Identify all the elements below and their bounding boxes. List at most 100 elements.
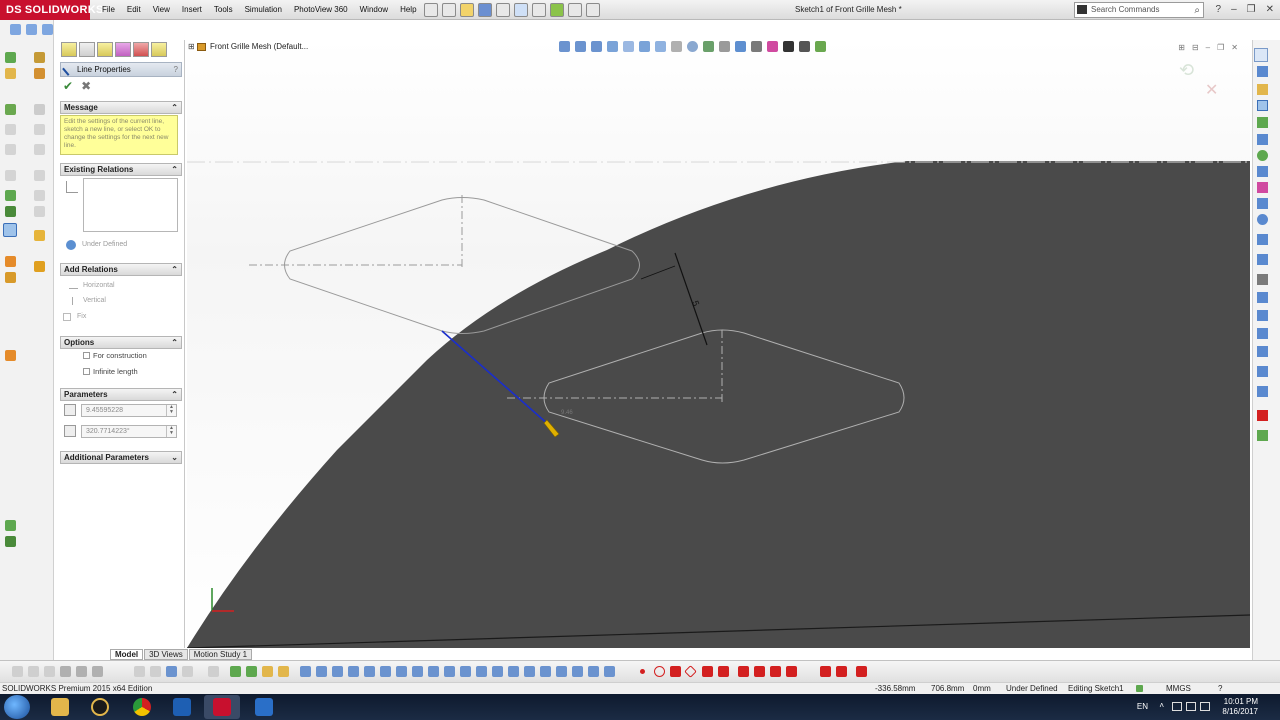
close-icon[interactable]: ✕ — [1266, 0, 1274, 20]
sketch-canvas[interactable]: 5 9.46 — [187, 40, 1250, 648]
filter-tables-icon[interactable] — [604, 666, 615, 677]
repair-sketch-icon[interactable] — [5, 256, 16, 267]
extend-icon[interactable] — [1257, 310, 1268, 321]
zoom-to-fit-icon[interactable] — [559, 41, 570, 52]
pointer-icon[interactable] — [166, 666, 177, 677]
sketch-fillet-icon[interactable] — [34, 206, 45, 217]
magnet-icon[interactable] — [208, 666, 219, 677]
display-icon[interactable] — [1186, 702, 1196, 711]
zoom-to-area-icon[interactable] — [575, 41, 586, 52]
filter-welds-icon[interactable] — [588, 666, 599, 677]
point-tool-icon[interactable] — [34, 190, 45, 201]
ok-button[interactable]: ✔ — [63, 80, 73, 92]
print-icon[interactable] — [496, 3, 510, 17]
tab-model[interactable]: Model — [110, 649, 144, 660]
select-icon[interactable] — [134, 666, 145, 677]
checkbox-icon[interactable] — [83, 368, 90, 375]
search-commands-box[interactable]: Search Commands ⌕ — [1074, 2, 1204, 18]
display-relations-icon[interactable] — [34, 261, 45, 272]
language-indicator[interactable]: EN — [1137, 702, 1148, 711]
collapse-icon[interactable]: ⌃ — [171, 337, 178, 348]
filter-sketch-icon[interactable] — [278, 666, 289, 677]
network-icon[interactable] — [1172, 702, 1182, 711]
checkbox-icon[interactable] — [83, 352, 90, 359]
horizontal-snap-icon[interactable] — [786, 666, 797, 677]
arc-icon[interactable] — [1257, 166, 1268, 177]
perpendicular-snap-icon[interactable] — [754, 666, 765, 677]
text-icon[interactable] — [1257, 274, 1268, 285]
center-snap-icon[interactable] — [654, 666, 665, 677]
taskbar-s-app[interactable] — [164, 695, 200, 719]
property-manager-tab[interactable] — [79, 42, 95, 57]
section-view-icon[interactable] — [607, 41, 618, 52]
grid-icon[interactable] — [76, 666, 87, 677]
quadrant-snap-icon[interactable] — [684, 665, 697, 678]
filter-center-icon[interactable] — [476, 666, 487, 677]
minimize-icon[interactable]: – — [1231, 0, 1237, 20]
intersection-snap-icon[interactable] — [702, 666, 713, 677]
restore-icon[interactable]: ❐ — [1247, 0, 1256, 20]
tab-3d-views[interactable]: 3D Views — [144, 649, 188, 660]
offset-tool-icon[interactable] — [34, 144, 45, 155]
filter-balloons-icon[interactable] — [492, 666, 503, 677]
relation-horizontal[interactable]: Horizontal — [69, 281, 115, 291]
file-properties-icon[interactable] — [568, 3, 582, 17]
realview-icon[interactable] — [735, 41, 746, 52]
taskbar-chrome[interactable] — [124, 695, 160, 719]
move-entities-icon[interactable] — [1257, 386, 1268, 397]
dimxpert-manager-tab[interactable] — [115, 42, 131, 57]
rapid-sketch-icon[interactable] — [5, 350, 16, 361]
search-icon[interactable]: ⌕ — [1194, 4, 1200, 18]
menu-photoview[interactable]: PhotoView 360 — [288, 0, 354, 20]
filter-edges-icon[interactable] — [246, 666, 257, 677]
mirror-icon[interactable] — [1257, 346, 1268, 357]
select-icon[interactable] — [532, 3, 546, 17]
collapse-icon[interactable]: ⌃ — [171, 264, 178, 275]
line-tool-icon[interactable] — [5, 104, 16, 115]
angle-field[interactable]: 320.7714223° ▲ ▼ — [81, 425, 177, 438]
taskbar-solidworks[interactable] — [204, 695, 240, 719]
slot-icon[interactable] — [1257, 134, 1268, 145]
menu-simulation[interactable]: Simulation — [239, 0, 288, 20]
filter-gtol-icon[interactable] — [508, 666, 519, 677]
shadows-icon[interactable] — [751, 41, 762, 52]
3d-sketch-icon[interactable] — [28, 666, 39, 677]
hide-show-icon[interactable] — [671, 41, 682, 52]
measure-icon[interactable] — [92, 666, 103, 677]
filter-vertices-icon[interactable] — [230, 666, 241, 677]
file-explorer-icon[interactable] — [1257, 84, 1268, 95]
polygon-icon[interactable] — [1257, 182, 1268, 193]
help-icon[interactable]: ? — [1216, 0, 1222, 20]
length-field[interactable]: 9.45595228 ▲ ▼ — [81, 404, 177, 417]
rebuild-icon[interactable] — [550, 3, 564, 17]
collapse-icon[interactable]: ⌃ — [171, 102, 178, 113]
rectangle-icon[interactable] — [1257, 117, 1268, 128]
pattern-tool-icon[interactable] — [34, 170, 45, 181]
filter-dimensions-icon[interactable] — [300, 666, 311, 677]
filter-surface-icon[interactable] — [348, 666, 359, 677]
circle-tool-icon[interactable] — [5, 124, 16, 135]
confirmation-corner-exit-icon[interactable]: ✕ — [1205, 80, 1218, 100]
feature-tree-flyout[interactable]: ⊞ Front Grille Mesh (Default... — [188, 41, 308, 53]
repair-sketch-icon[interactable] — [1257, 430, 1268, 441]
grid-snap-icon[interactable] — [836, 666, 847, 677]
filter-planes-icon[interactable] — [428, 666, 439, 677]
configuration-manager-tab[interactable] — [97, 42, 113, 57]
pin-icon[interactable] — [424, 3, 438, 17]
display-relations-icon[interactable] — [1257, 410, 1268, 421]
filter-weld-icon[interactable] — [364, 666, 375, 677]
menu-help[interactable]: Help — [394, 0, 422, 20]
cartoon-icon[interactable] — [799, 41, 810, 52]
split-view-icon[interactable]: ⊞ — [1178, 43, 1185, 52]
display-style-icon[interactable] — [655, 41, 666, 52]
viewport-restore-icon[interactable]: ❐ — [1217, 43, 1224, 52]
edit-appearance-icon[interactable] — [687, 41, 698, 52]
dynamic-annotation-icon[interactable] — [623, 41, 634, 52]
apply-scene-icon[interactable] — [703, 41, 714, 52]
taskbar-autodesk[interactable] — [82, 695, 118, 719]
convert-entities-icon[interactable] — [34, 230, 45, 241]
filter-midpoints-icon[interactable] — [460, 666, 471, 677]
cam-manager-tab[interactable] — [151, 42, 167, 57]
relation-fix[interactable]: Fix — [63, 312, 86, 322]
parallel-snap-icon[interactable] — [770, 666, 781, 677]
